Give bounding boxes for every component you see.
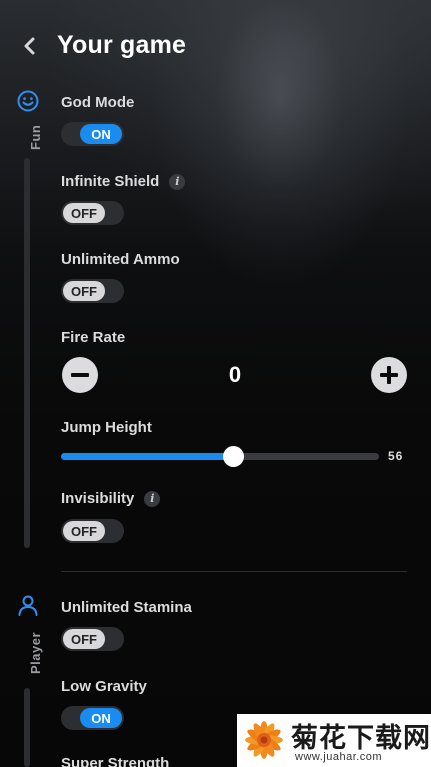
jump-height-slider[interactable] xyxy=(61,445,379,467)
chevron-left-icon xyxy=(24,37,35,55)
rail-label-fun[interactable]: Fun xyxy=(28,125,43,150)
fire-rate-value: 0 xyxy=(228,362,242,387)
toggle-knob: OFF xyxy=(63,521,105,541)
toggle-knob: OFF xyxy=(63,629,105,649)
info-icon[interactable]: i xyxy=(169,173,186,190)
slider-thumb[interactable] xyxy=(223,446,244,467)
smiley-icon[interactable] xyxy=(16,89,40,113)
infinite-shield-label-text: Infinite Shield xyxy=(61,173,160,190)
fire-rate-label: Fire Rate xyxy=(61,329,125,346)
invisibility-label-text: Invisibility xyxy=(61,490,135,507)
jump-height-label: Jump Height xyxy=(61,419,152,436)
jump-height-label-text: Jump Height xyxy=(61,419,152,436)
watermark-logo: 菊花下载网 www.juahar.com xyxy=(237,714,431,767)
rail-label-player[interactable]: Player xyxy=(28,632,43,674)
page-title: Your game xyxy=(57,31,187,59)
fire-rate-increment-button[interactable] xyxy=(371,357,407,393)
invisibility-label: Invisibility i xyxy=(61,490,161,507)
watermark-text: 菊花下载网 xyxy=(291,723,431,753)
unlimited-stamina-label: Unlimited Stamina xyxy=(61,599,192,616)
infinite-shield-toggle[interactable]: OFF xyxy=(61,201,124,225)
rail-line-fun xyxy=(24,158,30,548)
super-strength-label-text: Super Strength xyxy=(61,755,170,767)
toggle-knob: OFF xyxy=(63,281,105,301)
plus-icon-vertical xyxy=(387,366,391,384)
fire-rate-decrement-button[interactable] xyxy=(62,357,98,393)
unlimited-stamina-label-text: Unlimited Stamina xyxy=(61,599,192,616)
info-icon[interactable]: i xyxy=(144,490,161,507)
minus-icon xyxy=(71,373,89,377)
infinite-shield-label: Infinite Shield i xyxy=(61,173,186,190)
unlimited-ammo-toggle[interactable]: OFF xyxy=(61,279,124,303)
low-gravity-label-text: Low Gravity xyxy=(61,678,147,695)
unlimited-stamina-toggle[interactable]: OFF xyxy=(61,627,124,651)
rail-line-player xyxy=(24,688,30,767)
jump-height-value: 56 xyxy=(388,449,404,463)
back-button[interactable] xyxy=(16,33,42,59)
super-strength-label: Super Strength xyxy=(61,755,169,767)
invisibility-toggle[interactable]: OFF xyxy=(61,519,124,543)
unlimited-ammo-label-text: Unlimited Ammo xyxy=(61,251,180,268)
slider-fill xyxy=(61,453,233,460)
low-gravity-toggle[interactable]: ON xyxy=(61,706,124,730)
toggle-knob: OFF xyxy=(63,203,105,223)
section-divider xyxy=(61,571,407,572)
unlimited-ammo-label: Unlimited Ammo xyxy=(61,251,180,268)
god-mode-label: God Mode xyxy=(61,94,134,111)
flower-logo-icon xyxy=(245,721,283,759)
fire-rate-label-text: Fire Rate xyxy=(61,329,126,346)
low-gravity-label: Low Gravity xyxy=(61,678,147,695)
toggle-knob: ON xyxy=(80,124,122,144)
person-icon[interactable] xyxy=(16,593,40,617)
god-mode-label-text: God Mode xyxy=(61,94,135,111)
toggle-knob: ON xyxy=(80,708,122,728)
watermark-url: www.juahar.com xyxy=(295,751,383,763)
god-mode-toggle[interactable]: ON xyxy=(61,122,124,146)
